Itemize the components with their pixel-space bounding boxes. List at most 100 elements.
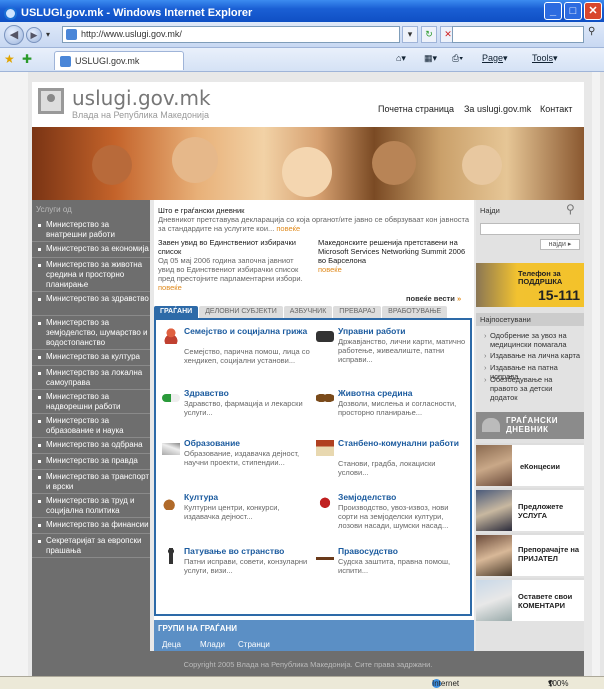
most-visited-item[interactable]: Обезбедување на правото за детски додато… [484, 375, 582, 402]
window-title: USLUGI.gov.mk - Windows Internet Explore… [21, 7, 253, 19]
category-agriculture-name: Земјоделство [338, 492, 397, 502]
tools-menu[interactable]: Tools▾ [532, 53, 558, 64]
site-search-button[interactable]: најди ▸ [540, 239, 580, 250]
menu-item-interior[interactable]: Министерство за внатрешни работи [32, 220, 150, 242]
nav-about[interactable]: За uslugi.gov.mk [464, 104, 531, 114]
browser-tab[interactable]: USLUGI.gov.mk [54, 51, 184, 70]
camera-icon [316, 331, 334, 342]
tab-toolbar: ★ ✚ USLUGI.gov.mk ⌂▾ ▦▾ ⎙▾ Page▾ Tools▾ [0, 48, 604, 72]
category-culture-name: Култура [184, 492, 219, 502]
copyright-text: Copyright 2005 Влада на Република Македо… [183, 660, 433, 669]
promo-suggest-service[interactable]: Предложете УСЛУГА [476, 488, 584, 531]
magnifier-icon: ⚲ [566, 202, 575, 216]
apple-icon [316, 494, 334, 510]
menu-item-economy[interactable]: Министерство за економија [32, 244, 150, 258]
refresh-button[interactable]: ↻ [421, 26, 437, 43]
group-link-foreigners[interactable]: Странци [238, 640, 270, 649]
feeds-icon[interactable]: ▦▾ [424, 53, 437, 64]
support-phone-banner[interactable]: Телефон за ПОДДРШКА 15-111 [476, 263, 584, 307]
category-administrative-desc: Државјанство, лични карти, матично работ… [338, 337, 466, 364]
category-administrative-name: Управни работи [338, 326, 406, 336]
header-banner-image [32, 127, 584, 200]
category-judiciary-name: Правосудство [338, 546, 398, 556]
menu-item-defense[interactable]: Министерство за одбрана [32, 440, 150, 454]
nav-contact[interactable]: Контакт [540, 104, 572, 114]
menu-item-environment[interactable]: Министерство за животна средина и просто… [32, 260, 150, 292]
news-main-text: Дневникот претставува декларација со кој… [158, 215, 470, 233]
news-item-2-more-link[interactable]: повеќе [318, 265, 342, 274]
category-education-desc: Образование, издавачка дејност, научни п… [184, 449, 300, 467]
menu-item-justice[interactable]: Министерство за правда [32, 456, 150, 470]
maximize-button[interactable]: □ [564, 2, 582, 20]
support-phone-number: 15-111 [538, 287, 581, 303]
news-main-more-link[interactable]: повеќе [276, 224, 300, 233]
civic-diary-banner[interactable]: ГРАЃАНСКИ ДНЕВНИК [476, 412, 584, 439]
menu-item-health[interactable]: Министерство за здравство [32, 294, 150, 316]
address-field[interactable]: http://www.uslugi.gov.mk/ [62, 26, 400, 43]
category-environment-name: Животна средина [338, 388, 413, 398]
guitar-icon [162, 494, 180, 510]
menu-item-education[interactable]: Министерство за образование и наука [32, 416, 150, 438]
category-housing-name: Станбено-комунални работи [338, 438, 459, 448]
print-icon[interactable]: ⎙▾ [452, 53, 463, 64]
minimize-button[interactable]: _ [544, 2, 562, 20]
promo-suggest-service-label: Предложете УСЛУГА [518, 502, 564, 520]
group-link-children[interactable]: Деца [162, 640, 181, 649]
category-environment-desc: Дозволи, мислења и согласности, просторн… [338, 399, 457, 417]
window-controls: _ □ ✕ [544, 2, 602, 20]
menu-item-finance[interactable]: Министерство за финансии [32, 520, 150, 534]
promo-image [476, 445, 512, 486]
close-button[interactable]: ✕ [584, 2, 602, 20]
more-news-label: повеќе вести [406, 294, 455, 303]
address-dropdown-button[interactable]: ▾ [402, 26, 418, 43]
news-item-2: Македонските решенија претставени на Mic… [318, 238, 470, 274]
category-housing-desc: Станови, градба, локациски услови... [338, 459, 436, 477]
news-item-2-title[interactable]: Македонските решенија претставени на Mic… [318, 238, 470, 265]
menu-item-transport[interactable]: Министерство за транспорт и врски [32, 472, 150, 494]
tab-search[interactable]: ПРЕВАРАЈ [333, 306, 382, 318]
category-education-name: Образование [184, 438, 241, 448]
news-item-1-more-link[interactable]: повеќе [158, 283, 182, 292]
history-dropdown-icon[interactable]: ▾ [46, 30, 50, 39]
menu-item-agriculture[interactable]: Министерство за земјоделство, шумарство … [32, 318, 150, 350]
menu-item-european-affairs[interactable]: Секретаријат за европски прашања [32, 536, 150, 558]
add-favorites-icon[interactable]: ✚ [22, 52, 32, 66]
menu-item-local-government[interactable]: Министерство за локална самоуправа [32, 368, 150, 390]
menu-item-labor[interactable]: Министерство за труд и социјална политик… [32, 496, 150, 518]
news-main: Што е граѓански дневник Дневникот претст… [158, 206, 470, 233]
tab-citizens[interactable]: ГРАЃАНИ [154, 306, 199, 318]
site-logo[interactable]: uslugi.gov.mk [72, 86, 211, 110]
most-visited-header: Најпосетувани [476, 313, 584, 326]
favorites-star-icon[interactable]: ★ [4, 52, 15, 66]
address-text: http://www.uslugi.gov.mk/ [81, 29, 182, 39]
back-button[interactable]: ◀ [4, 25, 24, 45]
category-family-desc: Семејство, парична помош, лица со хендик… [184, 347, 310, 365]
forward-button[interactable]: ▶ [26, 27, 42, 43]
menu-item-culture[interactable]: Министерство за култура [32, 352, 150, 366]
tab-business[interactable]: ДЕЛОВНИ СУБЈЕКТИ [199, 306, 283, 318]
page-menu[interactable]: Page▾ [482, 53, 508, 64]
site-logo-subtitle: Влада на Република Македонија [72, 110, 209, 120]
most-visited-item[interactable]: Одобрение за увоз на медицински помагала [484, 331, 582, 349]
vertical-scrollbar[interactable] [600, 72, 604, 676]
site-search-button-label: најди [548, 241, 566, 248]
search-icon[interactable]: ⚲ [588, 26, 602, 43]
address-buttons: ▾ ↻ ✕ [402, 26, 456, 43]
zoom-level[interactable]: ⚲ 100% ▾ [548, 678, 568, 688]
home-icon[interactable]: ⌂▾ [396, 53, 406, 64]
nav-home[interactable]: Почетна страница [378, 104, 454, 114]
most-visited-item[interactable]: Издавање на лична карта [484, 351, 582, 360]
site-search-input[interactable] [480, 223, 580, 235]
tab-alphabetical[interactable]: АЗБУЧНИК [283, 306, 333, 318]
tab-employment[interactable]: ВРАБОТУВАЊЕ [382, 306, 448, 318]
menu-item-foreign-affairs[interactable]: Министерство за надворешни работи [32, 392, 150, 414]
news-item-1-title[interactable]: Завен увид во Единствениот избирачки спи… [158, 238, 308, 256]
house-icon [316, 440, 334, 456]
promo-recommend-friend[interactable]: Препорачајте на ПРИЈАТЕЛ [476, 533, 584, 576]
promo-comments[interactable]: Оставете свои КОМЕНТАРИ [476, 578, 584, 621]
search-input[interactable] [452, 26, 584, 43]
more-news-link[interactable]: повеќе вести » [406, 294, 461, 303]
group-link-youth[interactable]: Млади [200, 640, 225, 649]
news-main-title[interactable]: Што е граѓански дневник [158, 206, 470, 215]
promo-econcessions[interactable]: еКонцесии [476, 443, 584, 486]
